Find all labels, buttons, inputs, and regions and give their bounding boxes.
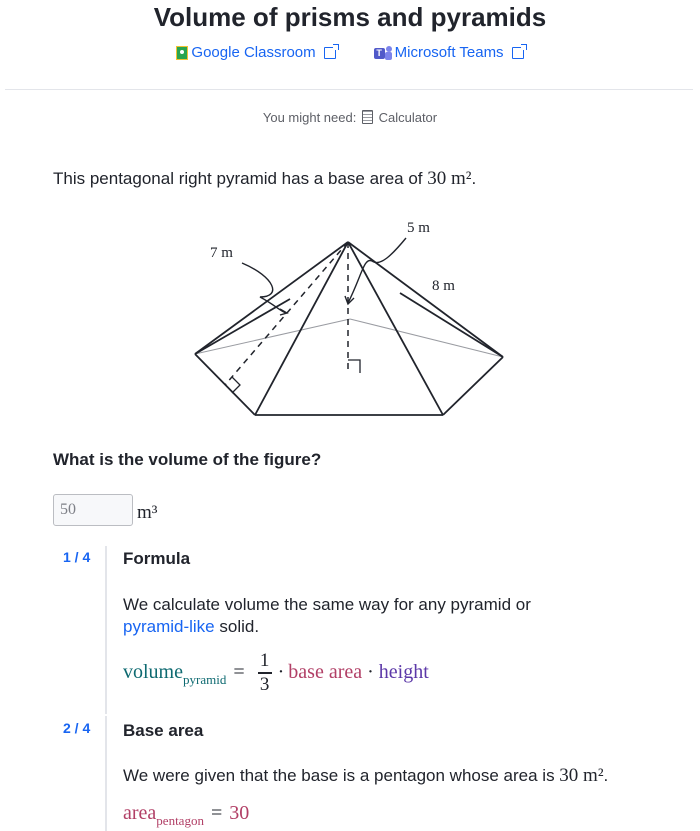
formula-fraction: 1 3 (257, 650, 272, 695)
step-2-period: . (603, 766, 609, 785)
step-1-text: We calculate volume the same way for any… (123, 594, 583, 638)
microsoft-teams-label: Microsoft Teams (394, 44, 504, 61)
external-link-icon (323, 43, 339, 59)
volume-formula: volumepyramid = 1 3 · base area · height (123, 651, 429, 695)
question-prompt: What is the volume of the figure? (53, 450, 322, 469)
label-base-edge: 5 m (407, 220, 430, 236)
pyramid-like-link[interactable]: pyramid-like (123, 617, 215, 636)
lateral-edge-4 (347, 241, 504, 358)
share-links: Google Classroom T Microsoft Teams (0, 43, 700, 61)
step-2-bar (105, 716, 107, 831)
edge-right-top (399, 292, 504, 358)
area-eq-rhs: 30 (229, 802, 250, 824)
fraction-denominator: 3 (259, 673, 270, 695)
need-label: You might need: (262, 110, 357, 125)
pyramid-figure: 7 m 5 m 8 m (194, 220, 504, 416)
step-1-bar (105, 546, 107, 714)
google-classroom-icon (176, 45, 189, 60)
step-1-text-after: solid. (214, 617, 260, 636)
google-classroom-label: Google Classroom (191, 44, 316, 61)
step-1-title: Formula (123, 549, 191, 568)
calculator-icon[interactable] (361, 110, 373, 124)
formula-lhs: volumepyramid (123, 661, 227, 688)
area-eq-lhs: areapentagon (123, 802, 204, 828)
question-period: . (471, 169, 477, 188)
google-classroom-link[interactable]: Google Classroom (176, 43, 339, 61)
formula-height: height (378, 661, 429, 684)
step-1-number: 1 / 4 (63, 549, 91, 565)
height-right-angle-mark (348, 359, 361, 373)
step-2-text-body: We were given that the base is a pentago… (123, 766, 560, 785)
microsoft-teams-link[interactable]: T Microsoft Teams (373, 43, 527, 61)
label-height: 8 m (432, 278, 455, 294)
formula-equals: = (233, 661, 245, 684)
step-2-title: Base area (123, 721, 204, 740)
step-2-area-value: 30 m² (559, 765, 604, 786)
tools-bar: You might need: Calculator (0, 110, 700, 125)
label-slant: 7 m (210, 245, 233, 261)
formula-dot-1: · (277, 661, 285, 684)
formula-base-area: base area (288, 661, 363, 684)
lateral-edge-2 (254, 241, 349, 416)
step-2-text: We were given that the base is a pentago… (123, 765, 683, 787)
answer-input[interactable] (53, 494, 133, 526)
area-eq-equals: = (210, 802, 223, 824)
area-equation: areapentagon = 30 (123, 802, 250, 828)
answer-unit: m³ (137, 502, 158, 523)
formula-dot-2: · (367, 661, 374, 684)
step-2-number: 2 / 4 (63, 720, 91, 736)
slant-right-angle-mark (231, 376, 241, 394)
step-1-text-before: We calculate volume the same way for any… (123, 595, 531, 614)
question-area-value: 30 m² (427, 168, 472, 189)
lateral-edge-3 (347, 241, 444, 416)
fraction-numerator: 1 (259, 650, 270, 671)
question-text: This pentagonal right pyramid has a base… (53, 168, 476, 190)
question-body: This pentagonal right pyramid has a base… (53, 169, 428, 188)
header-divider (5, 89, 693, 90)
page-title: Volume of prisms and pyramids (153, 2, 547, 32)
microsoft-teams-icon: T (373, 45, 392, 60)
calculator-link[interactable]: Calculator (379, 110, 438, 125)
hidden-base-edge-right (349, 318, 504, 358)
edge-right-bottom (442, 356, 504, 416)
external-link-icon (511, 43, 527, 59)
